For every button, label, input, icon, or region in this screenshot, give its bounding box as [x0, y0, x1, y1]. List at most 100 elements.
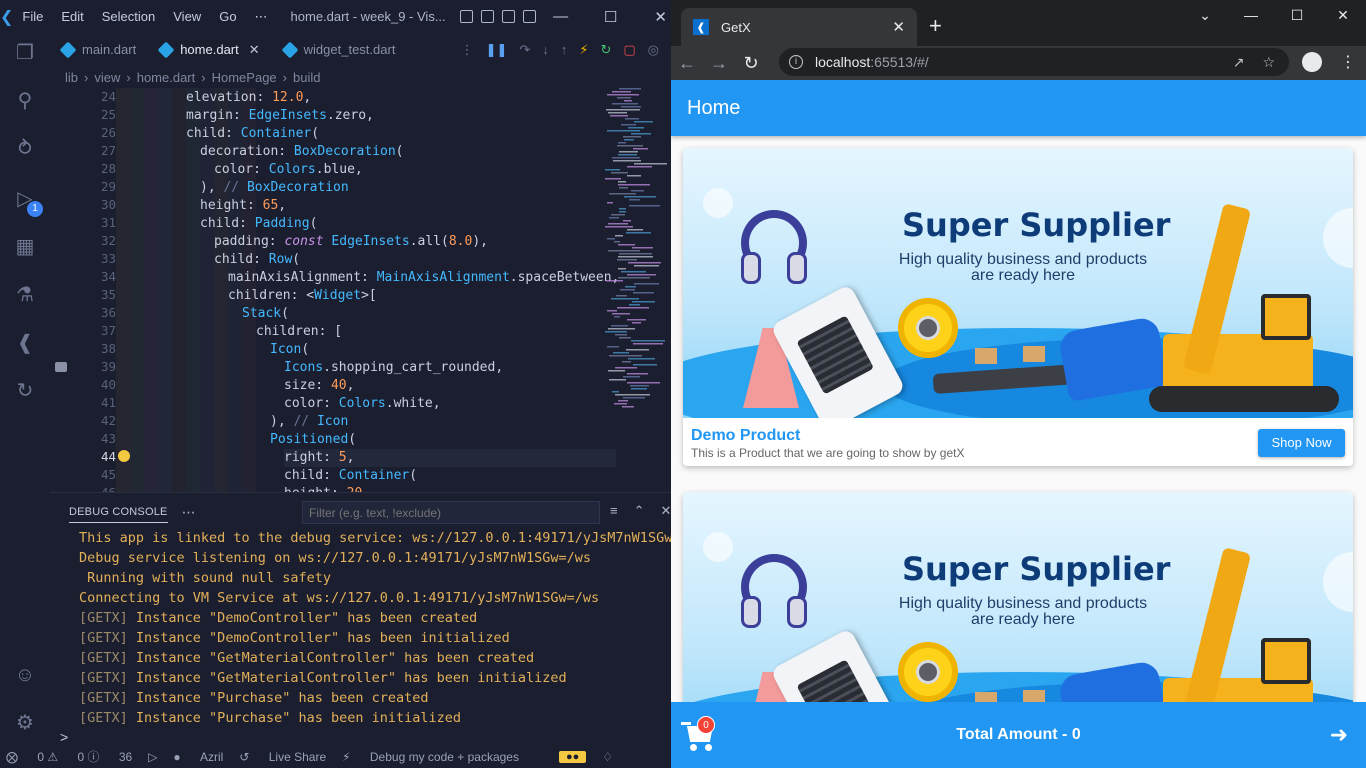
step-out-icon[interactable]: ↑: [561, 42, 568, 57]
menu-file[interactable]: File: [13, 9, 52, 24]
remote-icon[interactable]: ↻: [13, 379, 37, 403]
code-line[interactable]: decoration: BoxDecoration(: [200, 143, 404, 161]
cart-bottom-bar[interactable]: Total Amount - 0 0 ➜: [671, 702, 1366, 768]
code-line[interactable]: Icons.shopping_cart_rounded,: [284, 359, 503, 377]
maximize-icon[interactable]: ☐: [1274, 0, 1320, 32]
code-line[interactable]: margin: EdgeInsets.zero,: [186, 107, 374, 125]
console-filter-input[interactable]: [302, 501, 600, 524]
minimap[interactable]: [601, 88, 671, 418]
bookmark-star-icon[interactable]: ☆: [1262, 54, 1275, 71]
code-line[interactable]: child: Container(: [284, 467, 417, 485]
close-tab-icon[interactable]: ✕: [249, 42, 260, 58]
debug-mode-status[interactable]: ⚡ Debug my code + packages: [342, 750, 519, 764]
notifications-icon[interactable]: ♢: [602, 750, 613, 764]
user-status[interactable]: ● Azril: [173, 750, 223, 764]
explorer-icon[interactable]: ❐: [13, 41, 37, 65]
hot-reload-icon[interactable]: ⚡: [579, 42, 588, 58]
clear-console-icon[interactable]: ≡: [610, 503, 618, 519]
flutter-icon[interactable]: ❰: [13, 331, 37, 355]
customize-layout-icon[interactable]: [522, 10, 536, 23]
accounts-icon[interactable]: ☺: [13, 663, 37, 687]
menu-selection[interactable]: Selection: [93, 9, 164, 24]
debug-status-icon[interactable]: ▷: [148, 750, 157, 764]
code-line[interactable]: size: 40,: [284, 377, 354, 395]
code-line[interactable]: right: 5,: [284, 449, 616, 467]
tab-main-dart[interactable]: main.dart: [50, 33, 148, 66]
code-line[interactable]: height: 20,: [284, 485, 370, 492]
drag-handle-icon[interactable]: ⋮: [461, 42, 474, 58]
extensions-icon[interactable]: ▦: [13, 235, 37, 259]
minimize-icon[interactable]: —: [1228, 0, 1274, 32]
maximize-panel-icon[interactable]: ⌃: [634, 503, 645, 519]
live-share-status[interactable]: ↺ Live Share: [239, 750, 326, 764]
code-line[interactable]: height: 65,: [200, 197, 286, 215]
new-tab-icon[interactable]: +: [929, 13, 942, 39]
code-line[interactable]: Stack(: [242, 305, 289, 323]
toggle-panel-icon[interactable]: [480, 10, 494, 23]
profile-avatar[interactable]: [1302, 52, 1322, 72]
code-line[interactable]: ), // Icon: [270, 413, 348, 431]
code-line[interactable]: Positioned(: [270, 431, 356, 449]
chrome-menu-icon[interactable]: ⋮: [1340, 52, 1356, 72]
breadcrumb-lib[interactable]: lib: [65, 70, 78, 85]
code-editor[interactable]: 24 25 26 27 28 29 30 31 32 33 34 35 36 37 38 39 40 41 42 43…: [50, 88, 671, 492]
settings-gear-icon[interactable]: ⚙: [13, 711, 37, 735]
code-line[interactable]: ), // BoxDecoration: [200, 179, 349, 197]
code-line[interactable]: mainAxisAlignment: MainAxisAlignment.spa…: [228, 269, 619, 287]
code-area[interactable]: elevation: 12.0, margin: EdgeInsets.zero,…: [116, 88, 619, 492]
lightbulb-icon[interactable]: [118, 450, 130, 462]
toggle-sidebar-icon[interactable]: [459, 10, 473, 23]
stop-icon[interactable]: ▢: [623, 42, 635, 58]
code-line[interactable]: color: Colors.blue,: [214, 161, 363, 179]
breadcrumb-view[interactable]: view: [94, 70, 120, 85]
close-tab-icon[interactable]: ✕: [892, 18, 905, 36]
debug-console-tab[interactable]: DEBUG CONSOLE: [69, 502, 168, 523]
tab-home-dart[interactable]: home.dart ✕: [148, 33, 272, 66]
code-line[interactable]: children: [: [256, 323, 342, 341]
back-icon[interactable]: ←: [671, 53, 703, 74]
maximize-icon[interactable]: ☐: [586, 8, 636, 26]
flutter-status-icon[interactable]: ●●: [558, 750, 587, 763]
panel-more-icon[interactable]: ⋯: [182, 504, 196, 521]
address-bar[interactable]: i localhost:65513/#/ ↗ ☆: [779, 48, 1289, 76]
code-line[interactable]: child: Padding(: [200, 215, 317, 233]
menu-view[interactable]: View: [164, 9, 210, 24]
arrow-forward-icon[interactable]: ➜: [1330, 722, 1348, 748]
search-icon[interactable]: ⚲: [13, 89, 37, 113]
breadcrumb-method[interactable]: build: [293, 70, 320, 85]
restart-icon[interactable]: ↻: [600, 42, 611, 58]
testing-icon[interactable]: ⚗: [13, 283, 37, 307]
source-control-icon[interactable]: ⥁: [13, 137, 37, 161]
code-line[interactable]: color: Colors.white,: [284, 395, 441, 413]
browser-tab[interactable]: ❰ GetX ✕: [681, 8, 917, 46]
tab-widget-test-dart[interactable]: widget_test.dart: [272, 33, 408, 66]
run-debug-icon[interactable]: ▷ 1: [13, 187, 43, 217]
code-line[interactable]: children: <Widget>[: [228, 287, 377, 305]
breadcrumb-class[interactable]: HomePage: [212, 70, 277, 85]
tab-search-icon[interactable]: ⌄: [1182, 0, 1228, 32]
step-over-icon[interactable]: ↷: [519, 42, 530, 58]
menu-go[interactable]: Go: [210, 9, 245, 24]
toggle-secondary-sidebar-icon[interactable]: [501, 10, 515, 23]
share-icon[interactable]: ↗: [1233, 54, 1245, 71]
pause-icon[interactable]: ❚❚: [486, 42, 508, 58]
site-info-icon[interactable]: i: [789, 55, 803, 69]
code-line[interactable]: elevation: 12.0,: [186, 89, 311, 107]
code-line[interactable]: Icon(: [270, 341, 309, 359]
code-line[interactable]: child: Row(: [214, 251, 300, 269]
close-icon[interactable]: ✕: [1320, 0, 1366, 32]
code-line[interactable]: child: Container(: [186, 125, 319, 143]
devtools-icon[interactable]: ◎: [648, 42, 659, 58]
problems-status[interactable]: ⨂ 0 ⚠ 0 ⓘ 36: [6, 748, 132, 765]
menu-more[interactable]: ⋯: [246, 9, 277, 25]
code-line[interactable]: padding: const EdgeInsets.all(8.0),: [214, 233, 488, 251]
console-input-prompt[interactable]: >: [60, 729, 68, 745]
menu-edit[interactable]: Edit: [52, 9, 92, 24]
step-into-icon[interactable]: ↓: [542, 42, 549, 57]
minimize-icon[interactable]: —: [536, 8, 586, 26]
breadcrumb-file[interactable]: home.dart: [137, 70, 196, 85]
forward-icon[interactable]: →: [703, 53, 735, 74]
close-panel-icon[interactable]: ✕: [661, 503, 672, 519]
shop-now-button[interactable]: Shop Now: [1258, 429, 1345, 457]
reload-icon[interactable]: ↻: [735, 53, 767, 74]
